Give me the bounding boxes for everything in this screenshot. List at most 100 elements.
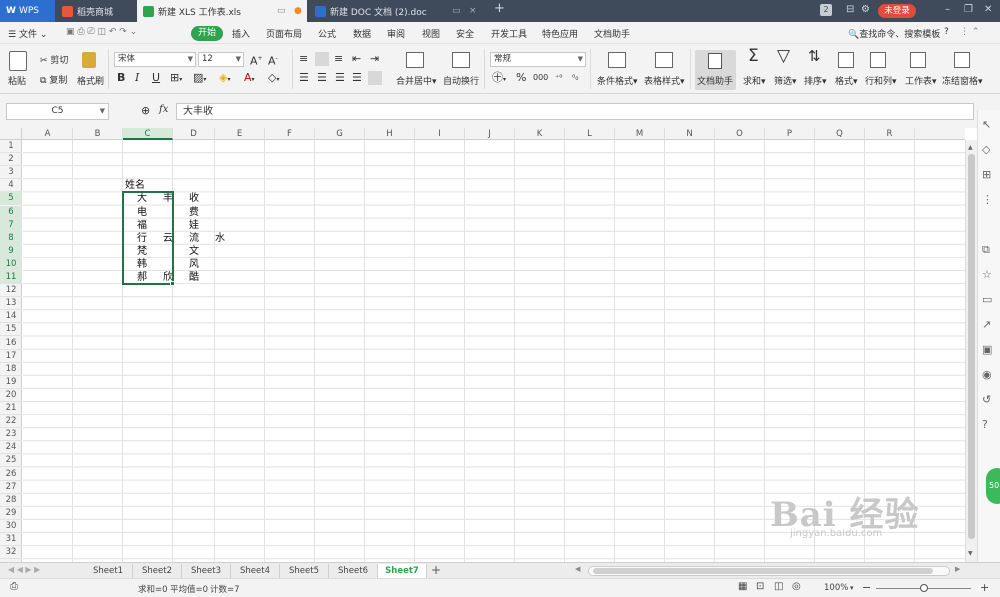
copy-pages-icon[interactable]: ⧉ [982, 243, 996, 257]
formula-input[interactable]: 大丰收 [176, 103, 974, 120]
row-header[interactable]: 19 [0, 376, 22, 389]
increase-font-icon[interactable]: A+ [250, 53, 263, 68]
currency-icon[interactable]: ㊉▾ [492, 72, 506, 86]
conditional-format-button[interactable]: 条件格式▾ [597, 74, 638, 87]
tab-doc-document[interactable]: 新建 DOC 文档 (2).doc ▭ × [309, 0, 484, 22]
tab-wps[interactable]: W WPS [0, 0, 55, 22]
align-top-icon[interactable]: ≡ [299, 53, 308, 65]
row-header[interactable]: 10 [0, 257, 22, 271]
zoom-search-icon[interactable]: ⊕ [141, 104, 150, 117]
row-header[interactable]: 8 [0, 231, 22, 245]
scroll-down-icon[interactable]: ▼ [968, 550, 973, 557]
normal-view-icon[interactable]: ▦ [738, 581, 747, 592]
row-header[interactable]: 13 [0, 297, 22, 311]
number-format-select[interactable]: 常规 ▼ [490, 52, 586, 67]
select-all-corner[interactable] [0, 128, 22, 140]
table-icon[interactable]: ⊞ [982, 168, 996, 182]
column-header-l[interactable]: L [565, 128, 615, 140]
decrease-font-icon[interactable]: A- [268, 53, 278, 68]
sheet-tab-sheet6[interactable]: Sheet6 [329, 564, 378, 578]
close-window-icon[interactable]: ✕ [984, 4, 992, 15]
page-layout-view-icon[interactable]: ◫ [774, 581, 783, 592]
highlight-icon[interactable]: ◈▾ [219, 72, 230, 86]
sort-button[interactable]: 排序▾ [804, 74, 827, 87]
increase-decimal-icon[interactable]: ⁺⁰ [555, 72, 562, 84]
column-header-d[interactable]: D [173, 128, 215, 140]
shapes-icon[interactable]: ◇ [982, 143, 996, 157]
row-header[interactable]: 29 [0, 507, 22, 520]
row-col-button[interactable]: 行和列▾ [865, 74, 897, 87]
freeze-panes-button[interactable]: 冻结窗格▾ [942, 74, 983, 87]
pin-icon[interactable]: ▭ [277, 6, 286, 16]
row-header[interactable]: 2 [0, 153, 22, 167]
row-header[interactable]: 4 [0, 179, 22, 193]
font-name-select[interactable]: 宋体 ▼ [114, 52, 196, 67]
row-header[interactable]: 14 [0, 310, 22, 324]
column-header-n[interactable]: N [665, 128, 715, 140]
sheet-tab-sheet3[interactable]: Sheet3 [182, 564, 231, 578]
align-center-icon[interactable]: ☰ [317, 72, 327, 84]
decrease-decimal-icon[interactable]: ⁰₀ [572, 72, 578, 84]
row-header[interactable]: 1 [0, 140, 22, 154]
image-icon[interactable]: ▣ [982, 343, 996, 357]
sheet-tab-sheet1[interactable]: Sheet1 [84, 564, 133, 578]
vertical-scrollbar[interactable]: ▲ ▼ [965, 140, 977, 562]
tab-docer[interactable]: 稻壳商城 [56, 0, 136, 22]
column-header-q[interactable]: Q [815, 128, 865, 140]
new-tab-button[interactable]: + [494, 1, 505, 16]
sheet-tab-sheet7[interactable]: Sheet7 [378, 564, 427, 578]
column-header-j[interactable]: J [465, 128, 515, 140]
fill-handle[interactable] [170, 281, 175, 287]
column-header-i[interactable]: I [415, 128, 465, 140]
more-icon[interactable]: ⋮ ⌃ [960, 27, 979, 37]
row-header[interactable]: 32 [0, 546, 22, 560]
star-icon[interactable]: ☆ [982, 268, 996, 282]
quick-access-toolbar[interactable]: ▣ ⎙ ⎚ ◫ ↶ ↷ ⌄ [66, 27, 137, 37]
zoom-dropdown-icon[interactable]: ▾ [850, 584, 854, 592]
cut-button[interactable]: ✂ 剪切 [40, 53, 68, 66]
row-header[interactable]: 3 [0, 166, 22, 180]
thousands-icon[interactable]: 000 [533, 72, 548, 84]
row-header[interactable]: 9 [0, 244, 22, 258]
italic-icon[interactable]: I [135, 72, 139, 84]
font-color-icon[interactable]: A▾ [244, 72, 255, 86]
sheet-tab-sheet2[interactable]: Sheet2 [133, 564, 182, 578]
file-menu[interactable]: ☰ 文件 ⌄ [8, 27, 47, 40]
column-header-g[interactable]: G [315, 128, 365, 140]
tab-xls-document[interactable]: 新建 XLS 工作表.xls ▭ ● [137, 0, 307, 22]
column-header-h[interactable]: H [365, 128, 415, 140]
close-icon[interactable]: × [469, 6, 477, 16]
tab-view[interactable]: 视图 [422, 27, 440, 40]
row-header[interactable]: 27 [0, 481, 22, 494]
format-button[interactable]: 格式▾ [835, 74, 858, 87]
floating-assistant-badge[interactable]: 50 [986, 468, 1000, 504]
column-header-p[interactable]: P [765, 128, 815, 140]
bold-icon[interactable]: B [117, 72, 125, 84]
merge-center-button[interactable]: 合并居中▾ [396, 74, 437, 87]
zoom-level[interactable]: 100% [824, 583, 848, 593]
column-header-m[interactable]: M [615, 128, 665, 140]
tab-doc-helper[interactable]: 文档助手 [594, 27, 630, 40]
tab-developer[interactable]: 开发工具 [491, 27, 527, 40]
distributed-align-icon[interactable] [368, 71, 382, 85]
row-header[interactable]: 25 [0, 454, 22, 468]
page-break-view-icon[interactable]: ⊡ [756, 581, 764, 592]
paste-button[interactable]: 粘贴 [8, 74, 26, 87]
row-header[interactable]: 31 [0, 533, 22, 547]
tab-insert[interactable]: 插入 [232, 27, 250, 40]
row-header[interactable]: 21 [0, 402, 22, 416]
fill-color-icon[interactable]: ▨▾ [193, 72, 206, 86]
row-header[interactable]: 18 [0, 363, 22, 376]
row-header[interactable]: 16 [0, 337, 22, 350]
restore-icon[interactable]: ❐ [964, 4, 973, 15]
reading-mode-icon[interactable]: ◎ [792, 581, 801, 592]
column-header-c[interactable]: C [123, 128, 173, 140]
zoom-in-button[interactable]: + [980, 581, 989, 594]
fx-icon[interactable]: fx [159, 104, 168, 115]
indent-decrease-icon[interactable]: ⇤ [352, 53, 361, 65]
backup-icon[interactable]: ◉ [982, 368, 996, 382]
align-middle-icon[interactable] [315, 52, 329, 66]
format-painter-button[interactable]: 格式刷 [77, 74, 104, 87]
filter-button[interactable]: 筛选▾ [774, 74, 797, 87]
login-button[interactable]: 未登录 [878, 4, 916, 18]
